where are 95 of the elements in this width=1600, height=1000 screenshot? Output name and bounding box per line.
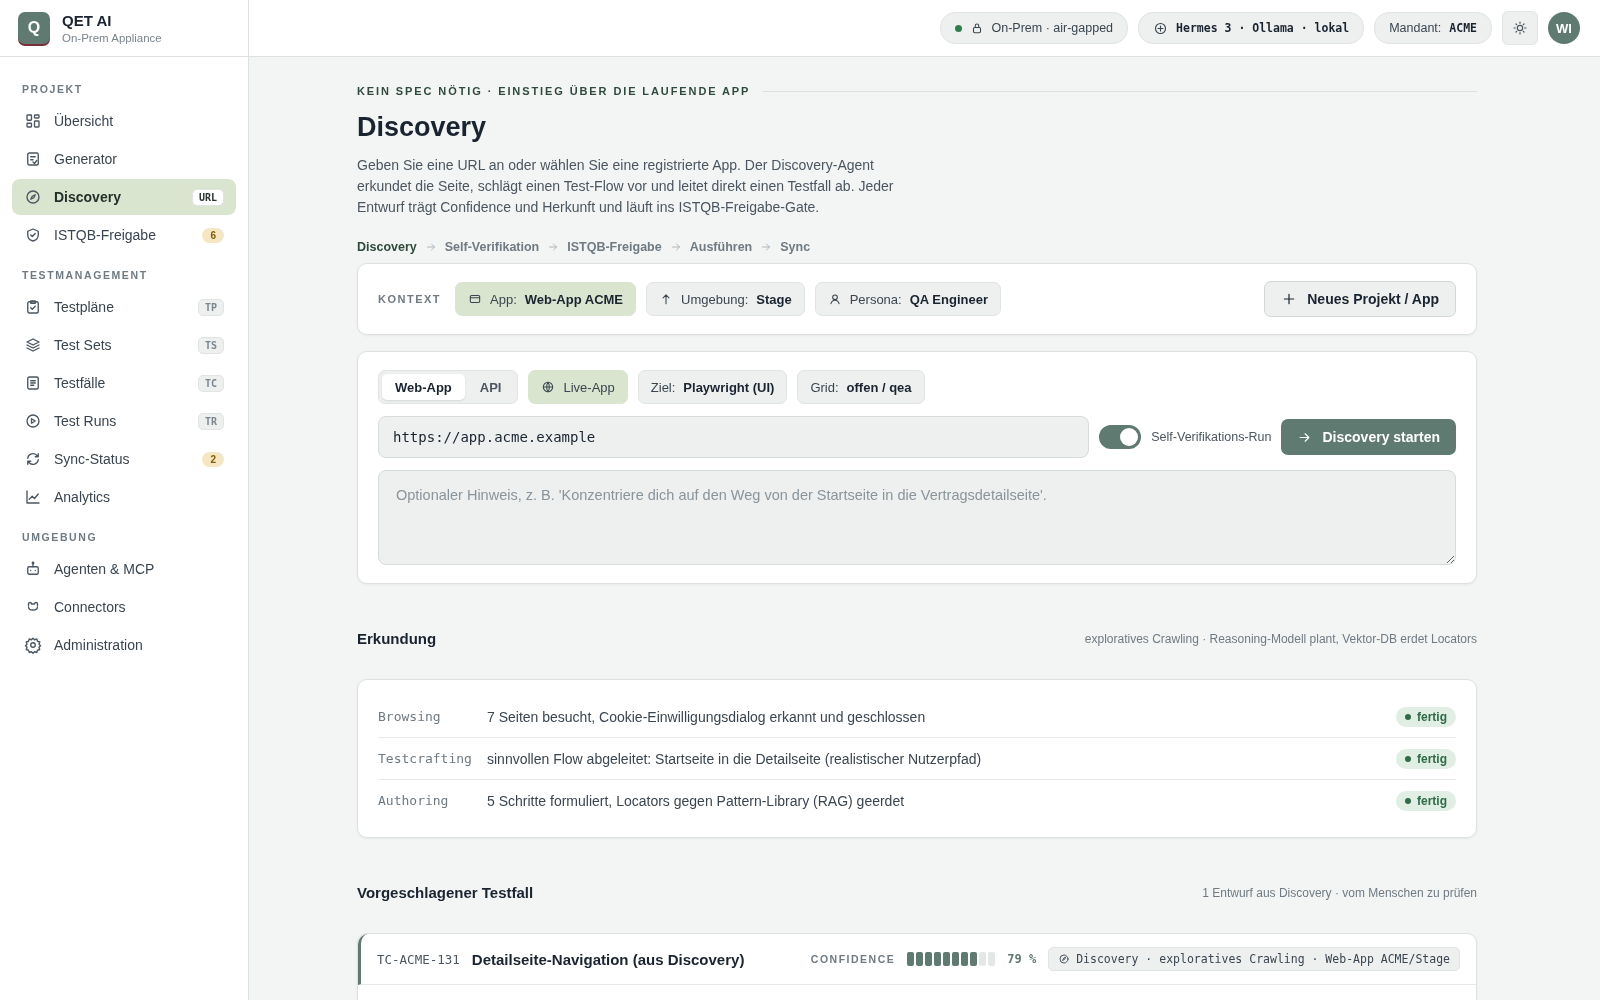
sun-icon xyxy=(1512,20,1528,36)
toggle-label: Self-Verifikations-Run xyxy=(1151,430,1272,444)
step-label: Self-Verifikation xyxy=(444,240,540,254)
context-chip[interactable]: Persona: QA Engineer xyxy=(814,282,1001,316)
sidebar-item[interactable]: Discovery URL xyxy=(12,179,236,215)
sidebar-item[interactable]: Testfälle TC xyxy=(12,365,236,401)
clipboard-icon xyxy=(24,298,42,316)
section-heading: TESTMANAGEMENT xyxy=(21,268,149,283)
tag-badge: TP xyxy=(197,298,224,316)
settings-icon xyxy=(24,636,42,654)
chart-icon xyxy=(24,488,42,506)
start-discovery-button[interactable]: Discovery starten xyxy=(1281,419,1456,455)
eyebrow-text: KEIN SPEC NÖTIG · EINSTIEG ÜBER DIE LAUFENDE APP xyxy=(357,85,1477,97)
sidebar-item[interactable]: Testpläne TP xyxy=(12,289,236,325)
tag-badge: TC xyxy=(197,374,224,392)
layers-icon xyxy=(24,336,42,354)
compass-icon xyxy=(1058,953,1071,965)
user-avatar[interactable]: WI xyxy=(1548,12,1580,44)
intro-text: Geben Sie eine URL an oder wählen Sie eine registrierte App. Der Discovery-Agent erkundet die Seite, schlägt einen Test-Flow vor und leitet direkt einen Testfall ab. Jeder Entwurf trägt Confidence und Herkunft und läuft ins ISTQB-Freigabe-Gate. xyxy=(357,156,895,217)
sidebar-item[interactable]: Connectors xyxy=(12,589,236,625)
test-case-title: Detailseite-Navigation (aus Discovery) xyxy=(471,950,746,968)
context-label: KONTEXT xyxy=(378,293,442,305)
status-pill: On-Prem · air-gapped xyxy=(939,12,1129,44)
status-badge: fertig xyxy=(1396,748,1456,769)
tag-badge: URL xyxy=(191,188,224,206)
option-chip[interactable]: Ziel: Playwright (UI) xyxy=(637,370,788,404)
arrow-right-icon xyxy=(424,241,437,253)
section-note: exploratives Crawling · Reasoning-Modell plant, Vektor-DB erdet Locators xyxy=(1084,631,1477,646)
file-icon xyxy=(24,374,42,392)
toggle-switch[interactable] xyxy=(1099,425,1142,449)
app-logo: Q xyxy=(18,12,50,44)
tenant-pill[interactable]: Mandant: ACME xyxy=(1374,12,1492,44)
robot-icon xyxy=(24,560,42,578)
sidebar-item[interactable]: Administration xyxy=(12,627,236,663)
phase-description: sinnvollen Flow abgeleitet: Startseite in die Detailseite (realistischer Nutzerpfad) xyxy=(487,750,983,767)
plus-circle-icon xyxy=(1153,20,1169,36)
sidebar-item[interactable]: Analytics xyxy=(12,479,236,515)
grid-icon xyxy=(24,112,42,130)
new-project-button[interactable]: Neues Projekt / App xyxy=(1264,281,1456,317)
sync-icon xyxy=(24,450,42,468)
confidence-value: 79 % xyxy=(1007,952,1037,966)
tag-badge: TS xyxy=(197,336,224,354)
count-badge: 6 xyxy=(202,227,224,243)
section-title: Vorgeschlagener Testfall xyxy=(357,884,534,901)
theme-button[interactable] xyxy=(1502,11,1538,45)
section-note: 1 Entwurf aus Discovery · vom Menschen zu prüfen xyxy=(1202,885,1477,900)
hint-field[interactable]: Optionaler Hinweis, z. B. 'Konzentriere dich auf den Weg von der Startseite in die Vertragsdetailseite'. xyxy=(378,470,1456,565)
step-label: Sync xyxy=(780,240,811,254)
play-icon xyxy=(24,412,42,430)
mode-tab[interactable]: Web-App xyxy=(382,374,465,400)
confidence-label: CONFIDENCE xyxy=(810,953,896,965)
globe-icon xyxy=(541,380,556,394)
phase-label: Authoring xyxy=(378,793,450,808)
arrow-right-icon xyxy=(547,241,560,253)
context-chip[interactable]: Umgebung: Stage xyxy=(646,282,805,316)
test-case-id: TC-ACME-131 xyxy=(377,951,460,967)
provenance-tag: Discovery · exploratives Crawling · Web-App ACME/Stage xyxy=(1048,947,1460,971)
sidebar-item[interactable]: Test Sets TS xyxy=(12,327,236,363)
sidebar-item[interactable]: Test Runs TR xyxy=(12,403,236,439)
sidebar-item[interactable]: Agenten & MCP xyxy=(12,551,236,587)
sidebar-item[interactable]: Generator xyxy=(12,141,236,177)
shield-icon xyxy=(24,226,42,244)
section-title: Erkundung xyxy=(357,630,437,647)
status-badge: fertig xyxy=(1396,706,1456,727)
page-title: Discovery xyxy=(357,112,488,143)
user-icon xyxy=(827,292,842,306)
compass-icon xyxy=(24,188,42,206)
arrow-right-icon xyxy=(669,241,682,253)
section-heading: UMGEBUNG xyxy=(21,530,99,545)
phase-description: 5 Schritte formuliert, Locators gegen Pattern-Library (RAG) geerdet xyxy=(487,792,906,809)
phase-label: Browsing xyxy=(378,709,442,724)
section-heading: PROJEKT xyxy=(21,82,84,97)
count-badge: 2 xyxy=(202,451,224,467)
tag-badge: TR xyxy=(197,412,224,430)
option-chip[interactable]: Live-App xyxy=(528,370,628,404)
app-subtitle: On-Prem Appliance xyxy=(62,32,162,44)
sidebar-item[interactable]: ISTQB-Freigabe 6 xyxy=(12,217,236,253)
mode-tab[interactable]: API xyxy=(466,374,515,400)
status-dot-icon xyxy=(954,24,962,32)
step-label: Discovery xyxy=(357,240,417,254)
model-pill[interactable]: Hermes 3 · Ollama · lokal xyxy=(1138,12,1365,44)
app-name: QET AI xyxy=(62,12,113,29)
step-label: Ausführen xyxy=(689,240,753,254)
sidebar-item[interactable]: Sync-Status 2 xyxy=(12,441,236,477)
phase-description: 7 Seiten besucht, Cookie-Einwilligungsdialog erkannt und geschlossen xyxy=(487,708,927,725)
window-icon xyxy=(468,292,483,306)
url-field[interactable]: https://app.acme.example xyxy=(378,416,1090,458)
phase-label: Testcrafting xyxy=(378,751,473,766)
context-chip[interactable]: App: Web-App ACME xyxy=(455,282,637,316)
sidebar-item[interactable]: Übersicht xyxy=(12,103,236,139)
step-label: ISTQB-Freigabe xyxy=(567,240,662,254)
status-badge: fertig xyxy=(1396,790,1456,811)
option-chip[interactable]: Grid: offen / qea xyxy=(797,370,925,404)
arrow-right-icon xyxy=(760,241,773,253)
document-icon xyxy=(24,150,42,168)
